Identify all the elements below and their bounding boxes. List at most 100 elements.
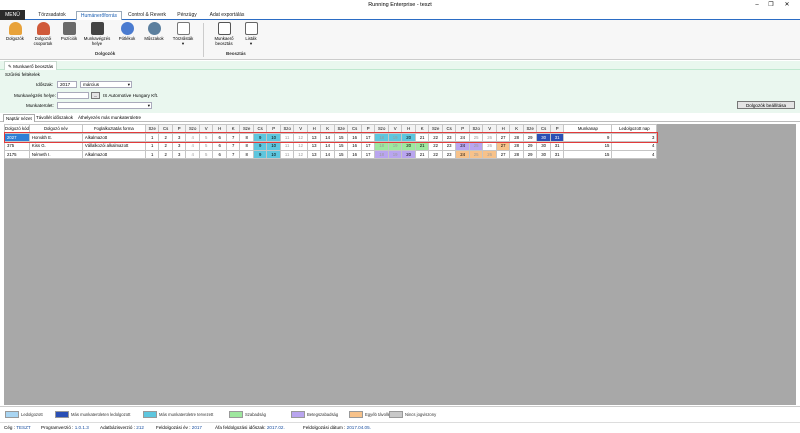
cell-day[interactable]: 10: [266, 149, 281, 159]
cell-leave[interactable]: 4: [611, 141, 658, 151]
workforce-schedule-button[interactable]: Munkaerő beosztás: [210, 22, 238, 46]
main-menu-button[interactable]: MENÜ: [0, 10, 25, 20]
cell-workdays[interactable]: 15: [563, 149, 613, 159]
cell-day[interactable]: 17: [360, 141, 376, 151]
cell-day[interactable]: 17: [360, 149, 376, 159]
header-leave[interactable]: Ledolgozott nap: [611, 124, 658, 134]
cell-day[interactable]: 20: [401, 149, 416, 159]
cell-day[interactable]: 14: [320, 141, 335, 151]
table-row[interactable]: 2175 Németh I. Alkalmazott 1 2 3 4 5 6 7 8 9 10 11 12 1…: [4, 149, 658, 159]
cell-day[interactable]: 28: [509, 141, 524, 151]
cell-day[interactable]: 18: [374, 149, 389, 159]
cell-day[interactable]: 6: [212, 149, 227, 159]
cell-day[interactable]: 26: [482, 141, 497, 151]
tab-calendar-view[interactable]: Naptár nézet: [3, 114, 35, 122]
cell-day[interactable]: 26: [482, 149, 497, 159]
tab-data-export[interactable]: Adat exportálás: [204, 11, 250, 20]
cell-day[interactable]: 9: [252, 149, 268, 159]
cell-day[interactable]: 22: [428, 132, 443, 142]
cell-day[interactable]: 15: [333, 141, 349, 151]
cell-day[interactable]: 30: [536, 132, 551, 142]
workers-button[interactable]: Dolgozók: [4, 22, 26, 41]
cell-day[interactable]: 15: [333, 149, 349, 159]
cell-day[interactable]: 31: [549, 149, 565, 159]
cell-day[interactable]: 4: [185, 141, 200, 151]
maximize-icon[interactable]: ❐: [764, 1, 778, 9]
cell-day[interactable]: 6: [212, 141, 227, 151]
cell-day[interactable]: 12: [293, 141, 308, 151]
cell-day[interactable]: 24: [455, 132, 470, 142]
tab-absence-periods[interactable]: Távollét időszakok: [34, 114, 75, 122]
month-select[interactable]: március ▾: [80, 81, 132, 88]
cell-day[interactable]: 14: [320, 132, 335, 142]
cell-employment[interactable]: Alkalmazott: [81, 149, 146, 159]
cell-day[interactable]: 4: [185, 132, 200, 142]
cell-day[interactable]: 27: [495, 132, 511, 142]
cell-day[interactable]: 17: [360, 132, 376, 142]
cell-workdays[interactable]: 9: [563, 132, 613, 142]
cell-worker-name[interactable]: Németh I.: [28, 149, 83, 159]
cell-day[interactable]: 1: [144, 132, 160, 142]
cell-day[interactable]: 23: [441, 149, 457, 159]
cell-day[interactable]: 13: [306, 141, 322, 151]
cell-day[interactable]: 29: [522, 149, 538, 159]
cell-day[interactable]: 22: [428, 141, 443, 151]
cell-day[interactable]: 12: [293, 132, 308, 142]
workplace-button[interactable]: Munkavégzés helye: [82, 22, 112, 46]
cell-day[interactable]: 31: [549, 141, 565, 151]
cell-worker-id[interactable]: 2175: [4, 149, 30, 159]
cell-day[interactable]: 30: [536, 149, 551, 159]
cell-workdays[interactable]: 15: [563, 141, 613, 151]
year-field[interactable]: 2017: [57, 81, 77, 88]
cell-day[interactable]: 16: [347, 141, 362, 151]
cell-day[interactable]: 19: [387, 149, 403, 159]
cell-day[interactable]: 3: [171, 149, 187, 159]
cell-day[interactable]: 7: [225, 141, 241, 151]
cell-day[interactable]: 23: [441, 132, 457, 142]
cell-day[interactable]: 8: [239, 132, 254, 142]
close-icon[interactable]: ✕: [780, 1, 794, 9]
cell-day[interactable]: 27: [495, 141, 511, 151]
header-workdays[interactable]: Munkanap: [563, 124, 613, 134]
workarea-select[interactable]: ▾: [57, 102, 152, 109]
workplace-browse-button[interactable]: ...: [91, 92, 100, 99]
cell-day[interactable]: 4: [185, 149, 200, 159]
cell-day[interactable]: 7: [225, 149, 241, 159]
cell-day[interactable]: 2: [158, 132, 173, 142]
cell-worker-id[interactable]: 2027: [4, 132, 30, 142]
master-lists-button[interactable]: Törzslisták ▾: [170, 22, 196, 46]
cell-day[interactable]: 30: [536, 141, 551, 151]
tab-control-reverk[interactable]: Control & Reverk: [124, 11, 170, 20]
cell-leave[interactable]: 4: [611, 149, 658, 159]
tab-master-data[interactable]: Törzsadatok: [33, 11, 71, 20]
cell-day[interactable]: 5: [198, 149, 214, 159]
minimize-icon[interactable]: –: [750, 1, 764, 9]
cell-day[interactable]: 11: [279, 141, 295, 151]
document-tab-schedule[interactable]: ✎ Munkaerő beosztás: [4, 61, 58, 70]
cell-day[interactable]: 8: [239, 149, 254, 159]
cell-day[interactable]: 21: [414, 141, 430, 151]
header-employment[interactable]: Foglalkoztatás forma: [81, 124, 146, 134]
cell-worker-name[interactable]: Kiss G.: [28, 141, 83, 151]
cell-employment[interactable]: Alkalmazott: [81, 132, 146, 142]
cell-day[interactable]: 1: [144, 141, 160, 151]
cell-day[interactable]: 19: [387, 141, 403, 151]
cell-day[interactable]: 21: [414, 149, 430, 159]
worker-groups-button[interactable]: Dolgozói csoportok: [30, 22, 56, 46]
cell-day[interactable]: 13: [306, 149, 322, 159]
cell-day[interactable]: 7: [225, 132, 241, 142]
cell-day[interactable]: 20: [401, 141, 416, 151]
tab-transfer[interactable]: Áthelyezés más munkaterületre: [76, 114, 143, 122]
cell-day[interactable]: 12: [293, 149, 308, 159]
cell-day[interactable]: 29: [522, 141, 538, 151]
cell-day[interactable]: 25: [468, 141, 484, 151]
cell-day[interactable]: 19: [387, 132, 403, 142]
cell-day[interactable]: 6: [212, 132, 227, 142]
cell-day[interactable]: 16: [347, 132, 362, 142]
cell-day[interactable]: 8: [239, 141, 254, 151]
allowances-button[interactable]: Pótlékok: [116, 22, 138, 41]
cell-day[interactable]: 27: [495, 149, 511, 159]
tab-human-resources[interactable]: Humánerőforrás: [76, 11, 122, 20]
cell-day[interactable]: 15: [333, 132, 349, 142]
cell-day[interactable]: 29: [522, 132, 538, 142]
